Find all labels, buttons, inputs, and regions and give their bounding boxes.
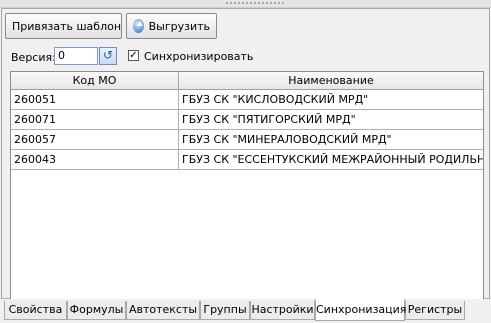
version-label: Версия: (11, 51, 56, 64)
cell-code: 260071 (11, 110, 179, 129)
tab-label: Группы (203, 303, 247, 316)
tab-formulas[interactable]: Формулы (67, 301, 126, 320)
tab-label: Синхронизация (316, 303, 407, 316)
bind-template-button[interactable]: Привязать шаблон (5, 13, 122, 39)
sync-panel: Привязать шаблон Выгрузить Версия: 0 ↺ ✓… (1, 8, 490, 303)
bottom-tab-strip: Свойства Формулы Автотексты Группы Настр… (0, 299, 491, 323)
panel-resize-grip[interactable] (0, 0, 491, 8)
cell-name: ГБУЗ СК "ПЯТИГОРСКИЙ МРД" (182, 113, 356, 126)
table-header: Код МО Наименование (11, 72, 483, 90)
upload-globe-icon (133, 19, 144, 33)
tab-label: Формулы (69, 303, 124, 316)
tab-properties[interactable]: Свойства (4, 301, 67, 320)
checkmark-icon: ✓ (129, 50, 138, 61)
table-row[interactable]: 260043 ГБУЗ СК "ЕССЕНТУКСКИЙ МЕЖРАЙОННЫЙ… (11, 150, 483, 170)
cell-name: ГБУЗ СК "КИСЛОВОДСКИЙ МРД" (182, 93, 369, 106)
table-row[interactable]: 260057 ГБУЗ СК "МИНЕРАЛОВОДСКИЙ МРД" (11, 130, 483, 150)
sync-checkbox[interactable]: ✓ (128, 50, 139, 61)
tab-label: Свойства (8, 303, 63, 316)
tab-autotexts[interactable]: Автотексты (126, 301, 200, 320)
tab-label: Автотексты (128, 303, 198, 316)
table-row[interactable]: 260071 ГБУЗ СК "ПЯТИГОРСКИЙ МРД" (11, 110, 483, 130)
export-button[interactable]: Выгрузить (126, 13, 217, 39)
tab-sync[interactable]: Синхронизация (315, 299, 407, 321)
cell-code: 260051 (11, 90, 179, 109)
tab-label: Настройки (251, 303, 314, 316)
column-header-name[interactable]: Наименование (179, 72, 483, 89)
mo-table: Код МО Наименование 260051 ГБУЗ СК "КИСЛ… (10, 71, 484, 303)
version-input[interactable]: 0 (54, 47, 98, 65)
tab-settings[interactable]: Настройки (250, 301, 315, 320)
cell-code: 260043 (11, 150, 179, 169)
grip-dots-icon (225, 1, 285, 5)
sync-checkbox-label: Синхронизировать (144, 50, 254, 63)
cell-name: ГБУЗ СК "ЕССЕНТУКСКИЙ МЕЖРАЙОННЫЙ РОДИЛЬ… (182, 153, 483, 166)
table-row[interactable]: 260051 ГБУЗ СК "КИСЛОВОДСКИЙ МРД" (11, 90, 483, 110)
column-header-code[interactable]: Код МО (11, 72, 179, 89)
refresh-icon: ↺ (102, 48, 114, 62)
cell-name: ГБУЗ СК "МИНЕРАЛОВОДСКИЙ МРД" (182, 133, 392, 146)
tab-label: Регистры (407, 303, 463, 316)
export-label: Выгрузить (148, 19, 210, 33)
bind-template-label: Привязать шаблон (12, 19, 122, 33)
tab-groups[interactable]: Группы (200, 301, 250, 320)
cell-code: 260057 (11, 130, 179, 149)
tab-registers[interactable]: Регистры (405, 301, 465, 320)
refresh-version-button[interactable]: ↺ (99, 47, 117, 65)
